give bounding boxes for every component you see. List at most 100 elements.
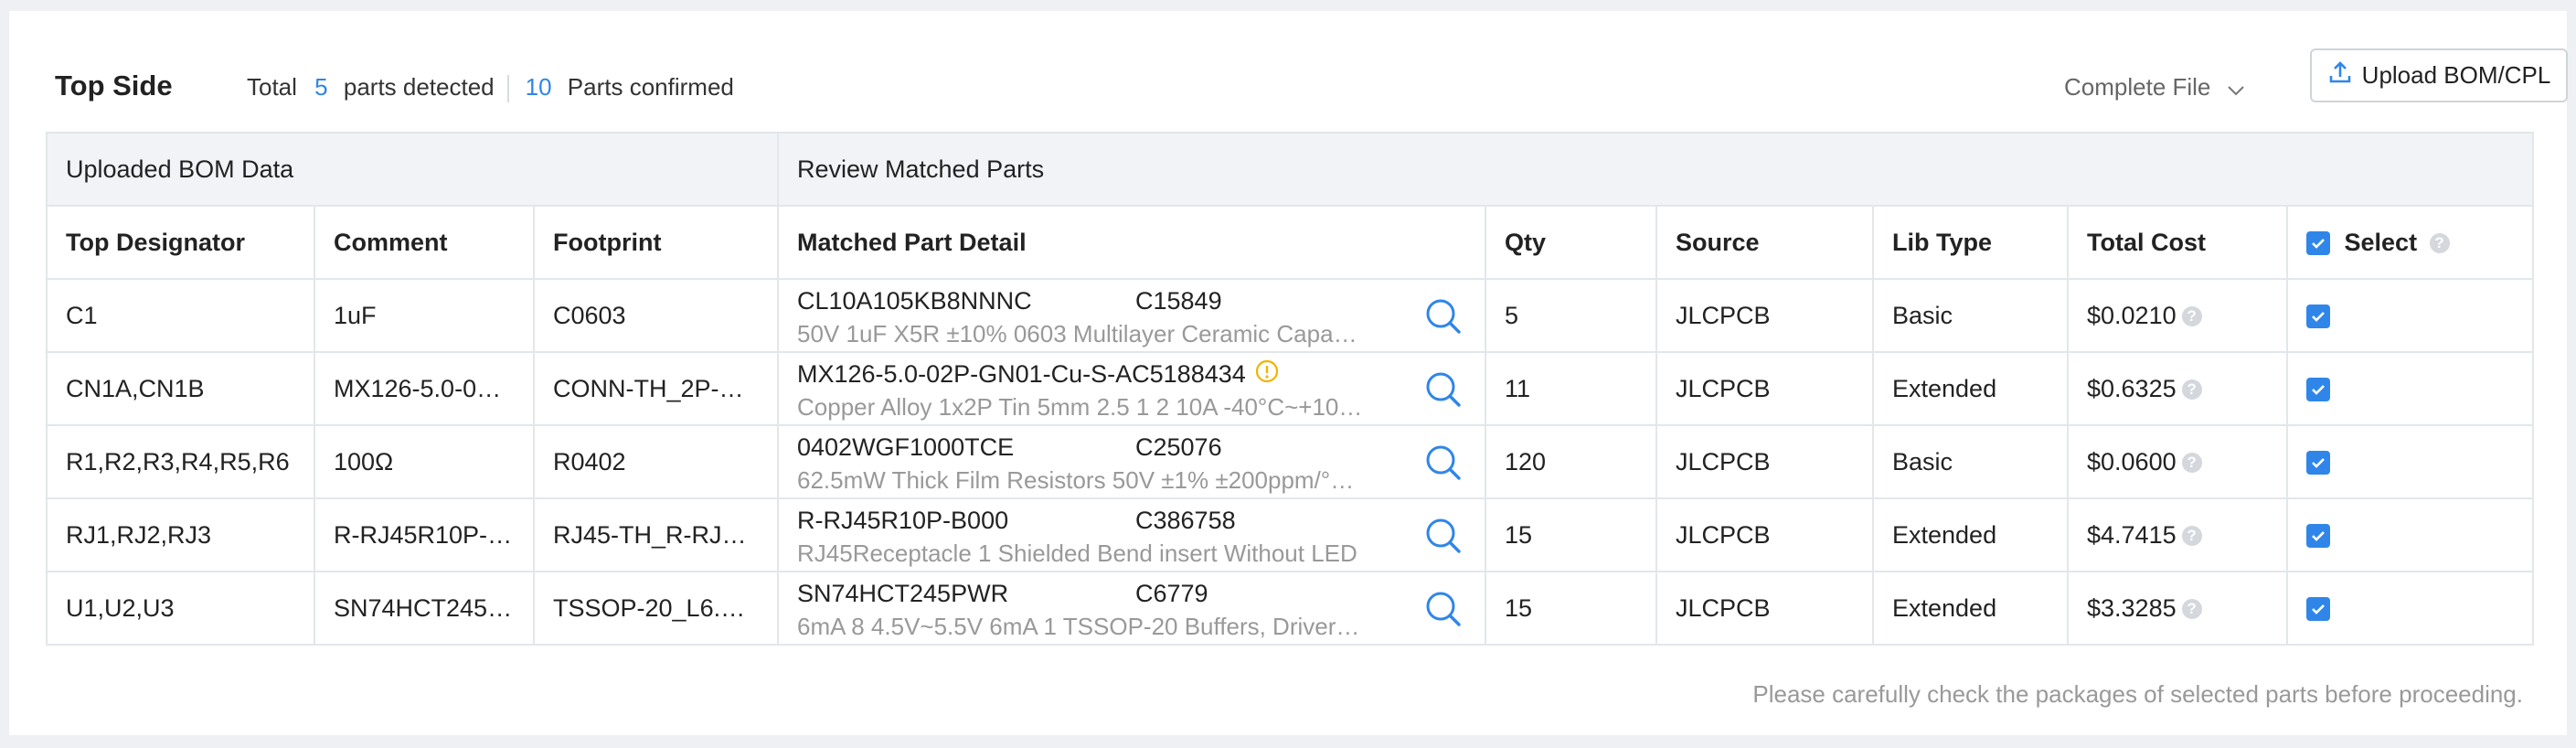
part-number[interactable]: CL10A105KB8NNNC bbox=[797, 287, 1135, 315]
col-select: Select ? bbox=[2285, 205, 2535, 280]
bom-table: Uploaded BOM Data Review Matched Parts T… bbox=[46, 132, 2535, 646]
matched-part-detail-cell: R-RJ45R10P-B000 C386758 RJ45Receptacle 1… bbox=[777, 497, 1486, 572]
table-row: U1,U2,U3 SN74HCT245PWR TSSOP-20_L6.5-W4.… bbox=[46, 571, 2535, 646]
row-select-checkbox[interactable] bbox=[2306, 378, 2330, 402]
upload-label: Upload BOM/CPL bbox=[2361, 61, 2551, 89]
total-label: Total bbox=[247, 73, 297, 101]
warning-icon[interactable] bbox=[1255, 359, 1279, 390]
part-code[interactable]: C15849 bbox=[1135, 287, 1222, 315]
part-description: Copper Alloy 1x2P Tin 5mm 2.5 1 2 10A -4… bbox=[797, 392, 1364, 421]
source-cell: JLCPCB bbox=[1655, 424, 1874, 499]
col-comment: Comment bbox=[314, 205, 535, 280]
table-row: C1 1uF C0603 CL10A105KB8NNNC C15849 50V … bbox=[46, 278, 2535, 353]
part-code[interactable]: C386758 bbox=[1135, 507, 1236, 535]
bom-table-body: C1 1uF C0603 CL10A105KB8NNNC C15849 50V … bbox=[46, 278, 2535, 646]
help-icon[interactable]: ? bbox=[2181, 526, 2202, 547]
help-icon[interactable]: ? bbox=[2181, 306, 2202, 327]
help-icon[interactable]: ? bbox=[2429, 233, 2450, 254]
part-code[interactable]: C25076 bbox=[1135, 433, 1222, 462]
help-icon[interactable]: ? bbox=[2181, 453, 2202, 474]
source-cell: JLCPCB bbox=[1655, 571, 1874, 646]
table-row: RJ1,RJ2,RJ3 R-RJ45R10P-B000 RJ45-TH_R-RJ… bbox=[46, 497, 2535, 572]
detected-label: parts detected bbox=[343, 73, 495, 101]
comment-cell: R-RJ45R10P-B000 bbox=[314, 497, 535, 572]
footprint-cell: RJ45-TH_R-RJ45R10P-B000 bbox=[533, 497, 779, 572]
qty-cell: 15 bbox=[1485, 571, 1657, 646]
footprint-cell: TSSOP-20_L6.5-W4.4-P0.65 bbox=[533, 571, 779, 646]
search-icon[interactable] bbox=[1422, 588, 1464, 630]
col-matched-part-detail: Matched Part Detail bbox=[777, 205, 1486, 280]
file-filter-label: Complete File bbox=[2064, 73, 2211, 101]
designator-cell: C1 bbox=[46, 278, 315, 353]
detected-count: 5 bbox=[314, 73, 328, 101]
row-select-checkbox[interactable] bbox=[2306, 305, 2330, 329]
comment-cell: 1uF bbox=[314, 278, 535, 353]
total-cost-cell: $3.3285? bbox=[2067, 571, 2288, 646]
row-select-checkbox[interactable] bbox=[2306, 451, 2330, 476]
help-icon[interactable]: ? bbox=[2181, 599, 2202, 620]
search-icon[interactable] bbox=[1422, 369, 1464, 411]
group-header-uploaded: Uploaded BOM Data bbox=[46, 132, 779, 207]
select-header-label: Select bbox=[2344, 228, 2418, 256]
total-cost-value: $4.7415 bbox=[2087, 520, 2177, 549]
upload-bom-cpl-button[interactable]: Upload BOM/CPL bbox=[2310, 48, 2568, 102]
part-stats: Total 5 parts detected 10 Parts confirmed bbox=[247, 73, 734, 103]
qty-cell: 5 bbox=[1485, 278, 1657, 353]
select-cell bbox=[2285, 424, 2535, 499]
table-row: R1,R2,R3,R4,R5,R6 100Ω R0402 0402WGF1000… bbox=[46, 424, 2535, 499]
qty-cell: 120 bbox=[1485, 424, 1657, 499]
footprint-cell: R0402 bbox=[533, 424, 779, 499]
upload-icon bbox=[2327, 59, 2353, 91]
part-description: 50V 1uF X5R ±10% 0603 Multilayer Ceramic… bbox=[797, 319, 1364, 347]
comment-cell: SN74HCT245PWR bbox=[314, 571, 535, 646]
matched-part-detail-cell: CL10A105KB8NNNC C15849 50V 1uF X5R ±10% … bbox=[777, 278, 1486, 353]
confirmed-count: 10 bbox=[525, 73, 552, 101]
select-all-checkbox[interactable] bbox=[2306, 231, 2330, 256]
col-qty: Qty bbox=[1485, 205, 1657, 280]
qty-cell: 11 bbox=[1485, 351, 1657, 426]
part-code[interactable]: C5188434 bbox=[1132, 360, 1246, 389]
part-number[interactable]: R-RJ45R10P-B000 bbox=[797, 507, 1135, 535]
row-select-checkbox[interactable] bbox=[2306, 597, 2330, 622]
search-icon[interactable] bbox=[1422, 442, 1464, 484]
col-total-cost: Total Cost bbox=[2067, 205, 2288, 280]
lib-type-cell: Extended bbox=[1872, 571, 2069, 646]
comment-cell: MX126-5.0-02P-GN01-Cu-S-A bbox=[314, 351, 535, 426]
select-cell bbox=[2285, 351, 2535, 426]
search-icon[interactable] bbox=[1422, 515, 1464, 557]
search-icon[interactable] bbox=[1422, 295, 1464, 337]
select-cell bbox=[2285, 571, 2535, 646]
part-number[interactable]: SN74HCT245PWR bbox=[797, 580, 1135, 608]
footprint-cell: CONN-TH_2P-P5.00_MX126-5.0-02P bbox=[533, 351, 779, 426]
matched-part-detail-cell: MX126-5.0-02P-GN01-Cu-S-A C5188434 Copper… bbox=[777, 351, 1486, 426]
matched-part-detail-cell: 0402WGF1000TCE C25076 62.5mW Thick Film … bbox=[777, 424, 1486, 499]
file-filter-dropdown[interactable]: Complete File bbox=[2064, 73, 2245, 103]
total-cost-cell: $0.0210? bbox=[2067, 278, 2288, 353]
col-top-designator: Top Designator bbox=[46, 205, 315, 280]
source-cell: JLCPCB bbox=[1655, 497, 1874, 572]
lib-type-cell: Basic bbox=[1872, 278, 2069, 353]
part-number[interactable]: MX126-5.0-02P-GN01-Cu-S-A bbox=[797, 360, 1132, 389]
qty-cell: 15 bbox=[1485, 497, 1657, 572]
total-cost-value: $0.6325 bbox=[2087, 374, 2177, 402]
part-description: 62.5mW Thick Film Resistors 50V ±1% ±200… bbox=[797, 465, 1364, 494]
lib-type-cell: Basic bbox=[1872, 424, 2069, 499]
row-select-checkbox[interactable] bbox=[2306, 524, 2330, 549]
group-header-review: Review Matched Parts bbox=[776, 132, 2535, 207]
total-cost-cell: $4.7415? bbox=[2067, 497, 2288, 572]
stats-divider bbox=[506, 75, 509, 103]
confirmed-label: Parts confirmed bbox=[567, 73, 734, 101]
part-code[interactable]: C6779 bbox=[1135, 580, 1208, 608]
bom-review-card: Top Side Total 5 parts detected 10 Parts … bbox=[9, 11, 2568, 735]
col-footprint: Footprint bbox=[533, 205, 779, 280]
source-cell: JLCPCB bbox=[1655, 351, 1874, 426]
total-cost-cell: $0.0600? bbox=[2067, 424, 2288, 499]
select-cell bbox=[2285, 278, 2535, 353]
help-icon[interactable]: ? bbox=[2181, 379, 2202, 401]
designator-cell: U1,U2,U3 bbox=[46, 571, 315, 646]
select-cell bbox=[2285, 497, 2535, 572]
part-description: 6mA 8 4.5V~5.5V 6mA 1 TSSOP-20 Buffers, … bbox=[797, 612, 1364, 640]
source-cell: JLCPCB bbox=[1655, 278, 1874, 353]
header-bar: Top Side Total 5 parts detected 10 Parts … bbox=[46, 11, 2568, 139]
part-number[interactable]: 0402WGF1000TCE bbox=[797, 433, 1135, 462]
